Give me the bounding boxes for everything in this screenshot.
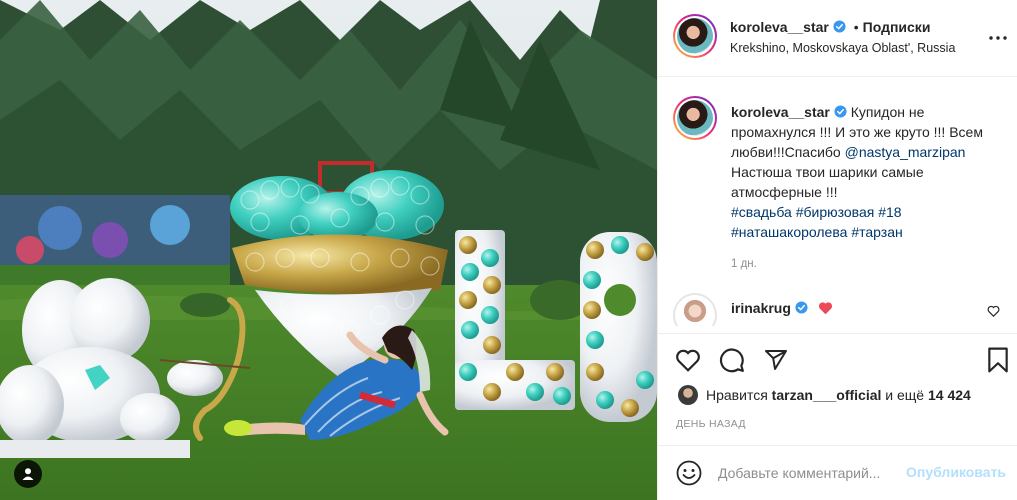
post-header: koroleva__star • Подписки Krekshino, Mosk… [658, 0, 1017, 77]
author-username[interactable]: koroleva__star [730, 19, 829, 35]
mention-link[interactable]: @nastya_marzipan [845, 144, 966, 160]
action-bar [658, 333, 1017, 388]
caption-age[interactable]: 1 дн. [731, 258, 757, 270]
verified-badge-icon [795, 301, 808, 314]
more-horizontal-icon [989, 36, 1007, 40]
separator-dot: • [853, 19, 859, 35]
smiley-icon [676, 460, 702, 486]
commenter-avatar[interactable] [673, 293, 717, 326]
author-avatar[interactable] [673, 14, 717, 58]
post-image [0, 0, 657, 500]
user-tags-button[interactable] [14, 460, 42, 488]
person-icon [22, 468, 34, 480]
speech-bubble-icon [719, 348, 744, 373]
caption-author-avatar[interactable] [673, 96, 717, 140]
likes-summary[interactable]: Нравится tarzan___official и ещё 14 424 [678, 384, 971, 406]
commenter-username[interactable]: irinakrug [731, 300, 791, 316]
caption-body-2: Настюша твои шарики самые атмосферные !!… [731, 164, 924, 200]
comment-input[interactable] [718, 461, 903, 485]
post-location[interactable]: Krekshino, Moskovskaya Oblast', Russia [730, 41, 955, 55]
comment-item: irinakrug [658, 293, 1017, 333]
post-photo[interactable] [0, 0, 657, 500]
red-heart-icon [818, 302, 832, 315]
likes-count[interactable]: 14 424 [928, 387, 971, 403]
following-button[interactable]: Подписки [863, 19, 931, 35]
emoji-button[interactable] [676, 460, 702, 486]
comment-button[interactable] [718, 346, 746, 374]
heart-outline-icon [676, 349, 700, 372]
liker-avatar [678, 385, 698, 405]
post-date[interactable]: ДЕНЬ НАЗАД [676, 418, 746, 430]
bookmark-icon [988, 347, 1008, 373]
hashtag-link[interactable]: #18 [878, 204, 901, 220]
hashtag-link[interactable]: #тарзан [851, 224, 902, 240]
hashtag-link[interactable]: #свадьба [731, 204, 792, 220]
hashtag-link[interactable]: #бирюзовая [796, 204, 875, 220]
likes-middle: и ещё [885, 387, 925, 403]
post-caption: koroleva__star Купидон не промахнулся !!… [658, 78, 1017, 274]
likes-text: Нравится tarzan___official и ещё 14 424 [706, 387, 971, 403]
save-button[interactable] [984, 346, 1012, 374]
verified-badge-icon [833, 20, 846, 33]
hashtag-link[interactable]: #наташакоролева [731, 224, 847, 240]
paper-plane-icon [765, 350, 787, 370]
comment-like-heart-icon[interactable] [987, 305, 1000, 317]
post-side-panel: koroleva__star • Подписки Krekshino, Mosk… [657, 0, 1017, 500]
add-comment-bar: Опубликовать [658, 445, 1017, 500]
like-button[interactable] [674, 346, 702, 374]
share-button[interactable] [762, 346, 790, 374]
caption-author-username[interactable]: koroleva__star [731, 104, 830, 120]
more-options-button[interactable] [986, 26, 1010, 50]
verified-badge-icon [834, 105, 847, 118]
caption-text: koroleva__star Купидон не промахнулся !!… [731, 102, 1006, 242]
liker-username[interactable]: tarzan___official [772, 387, 882, 403]
likes-prefix: Нравится [706, 387, 768, 403]
publish-button[interactable]: Опубликовать [906, 464, 1006, 480]
